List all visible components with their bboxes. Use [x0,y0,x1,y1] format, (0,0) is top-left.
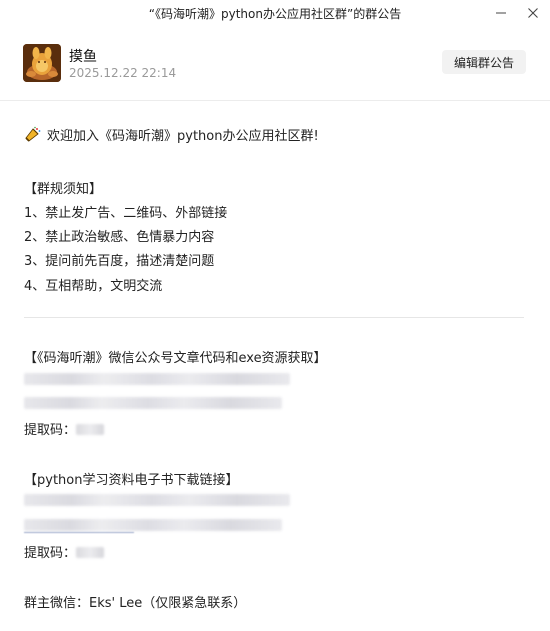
redacted-code [76,424,105,435]
link-underline [24,532,134,533]
edit-announcement-button[interactable]: 编辑群公告 [442,50,526,74]
owner-contact: 群主微信：Eks' Lee（仅限紧急联系） [24,596,247,611]
announcement-header: 摸鱼 2025.12.22 22:14 编辑群公告 [0,28,550,100]
section-divider [24,317,524,318]
avatar[interactable] [23,44,61,82]
resource1-title: 【《码海听潮》微信公众号文章代码和exe资源获取】 [24,351,327,366]
window-title: “《码海听潮》python办公应用社区群”的群公告 [148,7,402,21]
close-icon[interactable] [518,0,548,26]
rule-item: 4、互相帮助，文明交流 [24,279,163,294]
minimize-icon[interactable] [486,0,516,26]
welcome-line: 欢迎加入《码海听潮》python办公应用社区群! [24,125,319,144]
rule-item: 3、提问前先百度，描述清楚问题 [24,254,215,269]
redacted-link[interactable] [24,519,282,531]
redacted-code [76,547,105,558]
redacted-link[interactable] [24,397,282,409]
header-divider [0,100,550,101]
welcome-text: 欢迎加入《码海听潮》python办公应用社区群! [47,129,319,144]
code-label: 提取码： [24,546,77,561]
megaphone-icon [24,126,41,143]
redacted-link[interactable] [24,373,290,385]
rule-item: 1、禁止发广告、二维码、外部链接 [24,206,228,221]
rule-item: 2、禁止政治敏感、色情暴力内容 [24,230,215,245]
title-bar: “《码海听潮》python办公应用社区群”的群公告 [0,0,550,28]
code-label: 提取码： [24,423,77,438]
author-name: 摸鱼 [69,49,97,65]
resource2-title: 【python学习资料电子书下载链接】 [24,473,239,488]
post-timestamp: 2025.12.22 22:14 [69,66,177,80]
resource2-code-line: 提取码： [24,542,105,561]
resource1-code-line: 提取码： [24,419,105,438]
redacted-link[interactable] [24,494,290,506]
rules-title: 【群规须知】 [24,182,103,197]
